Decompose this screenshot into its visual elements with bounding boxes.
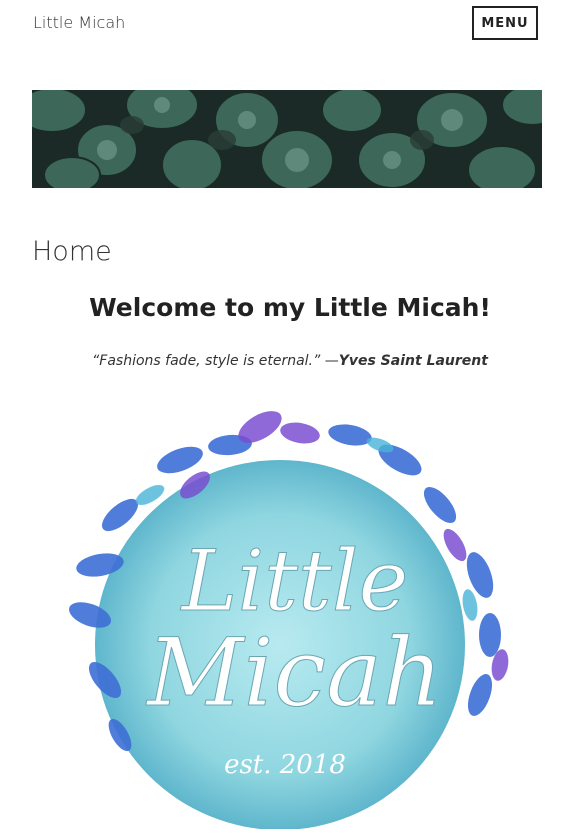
- little-micah-logo: Little Micah est. 2018: [60, 405, 530, 830]
- logo-established: est. 2018: [224, 750, 346, 780]
- quote: “Fashions fade, style is eternal.” —Yves…: [0, 353, 580, 369]
- welcome-heading: Welcome to my Little Micah!: [89, 293, 491, 322]
- menu-button[interactable]: MENU: [472, 6, 538, 40]
- header-image: [32, 90, 542, 188]
- quote-text: “Fashions fade, style is eternal.” —: [92, 353, 339, 369]
- quote-author: Yves Saint Laurent: [338, 353, 488, 369]
- page-title: Home: [32, 236, 112, 267]
- logo-line1: Little: [180, 532, 409, 630]
- logo-line2: Micah: [145, 619, 443, 728]
- site-title[interactable]: Little Micah: [33, 13, 125, 32]
